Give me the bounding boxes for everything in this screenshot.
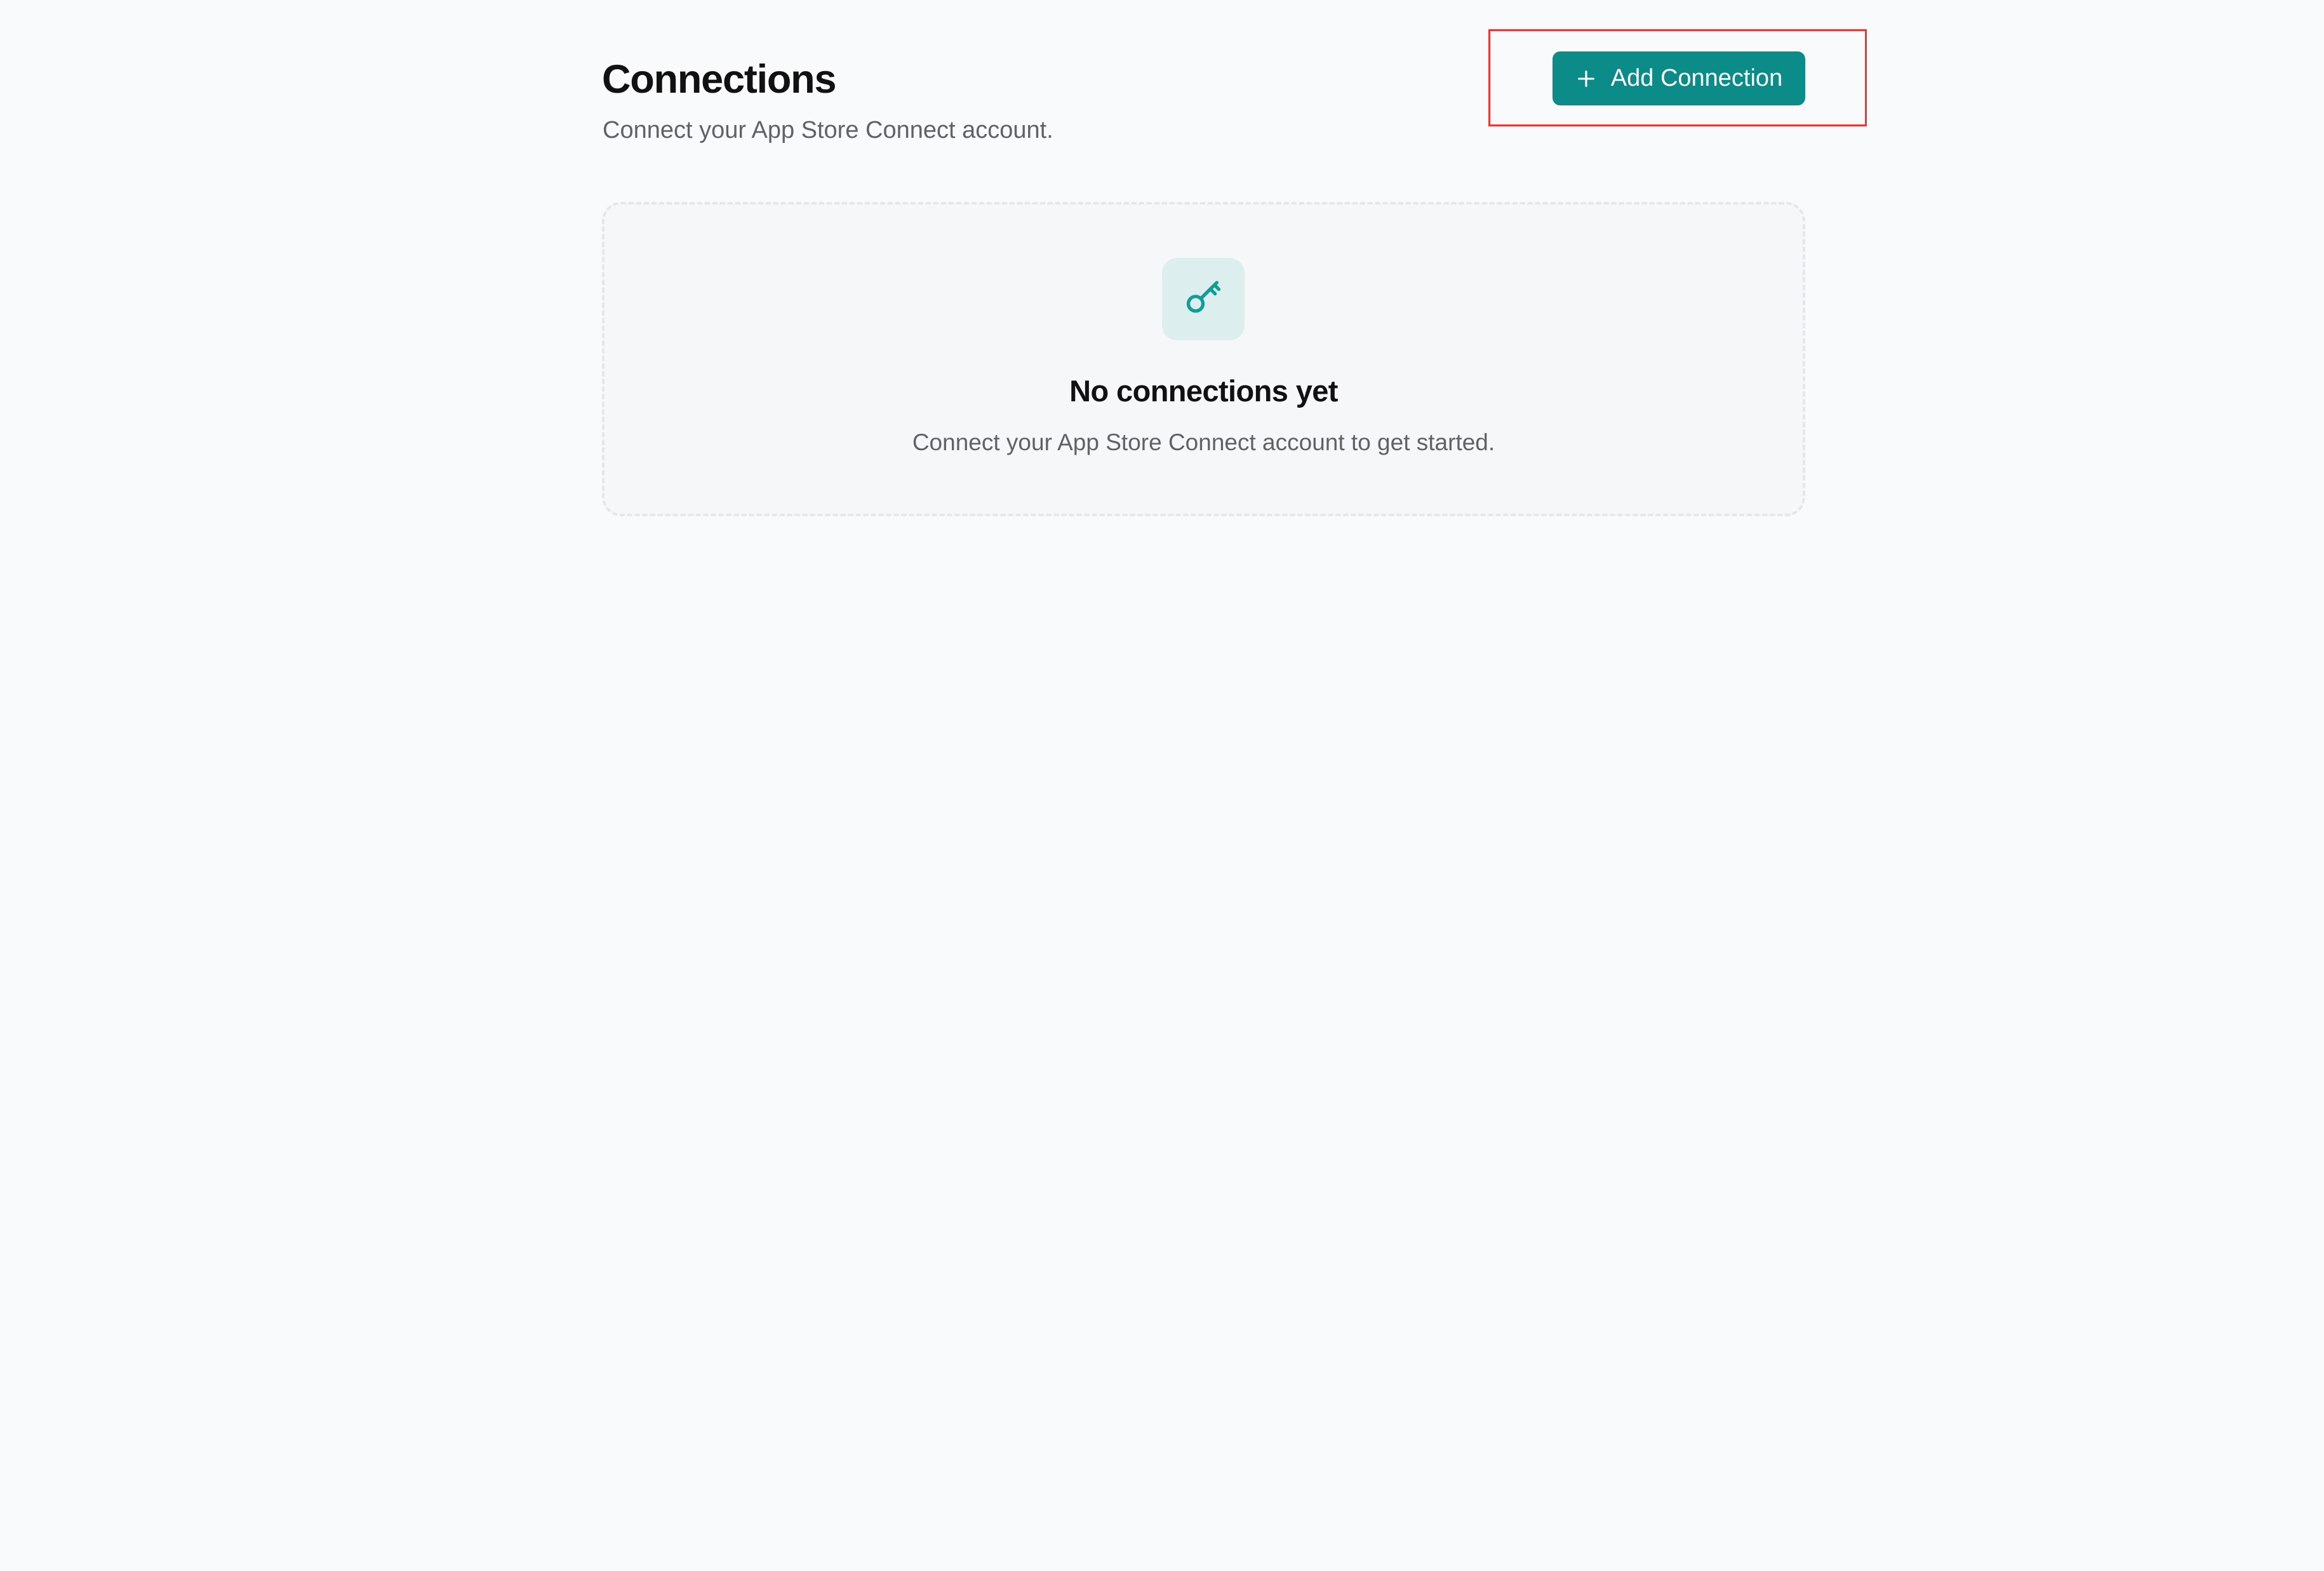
- empty-state-description: Connect your App Store Connect account t…: [912, 429, 1495, 455]
- empty-state-title: No connections yet: [1069, 374, 1338, 408]
- plus-icon: [1575, 68, 1597, 90]
- add-connection-label: Add Connection: [1610, 65, 1783, 91]
- empty-state-card: [602, 202, 1805, 516]
- page-subtitle: Connect your App Store Connect account.: [603, 117, 1053, 144]
- add-connection-button[interactable]: Add Connection: [1553, 51, 1805, 105]
- key-icon: [1183, 277, 1224, 321]
- page-title: Connections: [602, 57, 837, 102]
- empty-state-icon-tile: [1162, 258, 1245, 340]
